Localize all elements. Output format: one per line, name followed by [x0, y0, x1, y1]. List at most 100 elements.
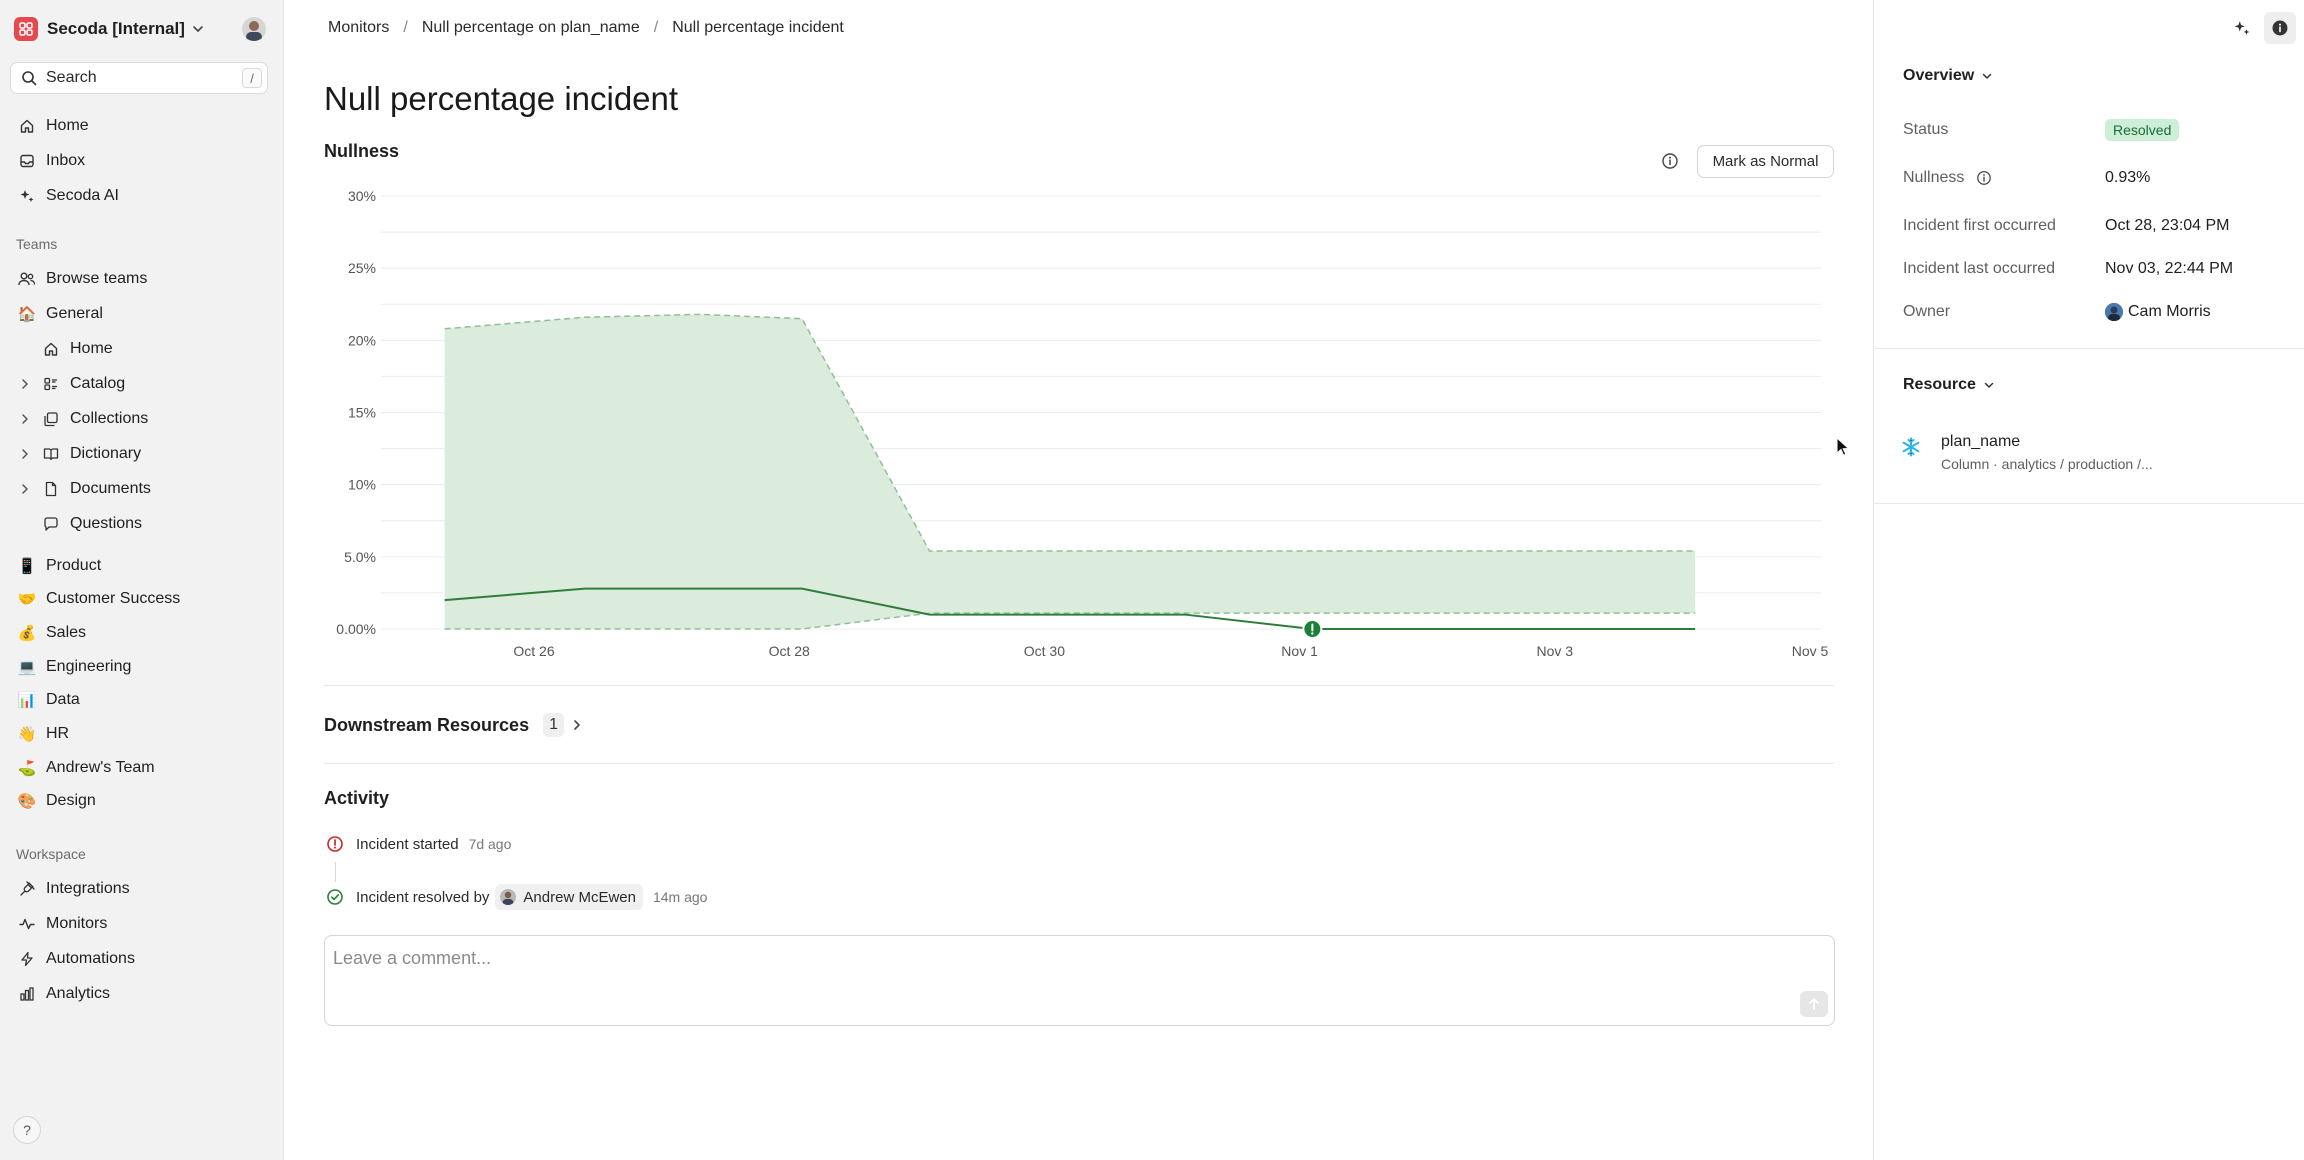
- nav-item-home[interactable]: Home: [10, 110, 272, 142]
- y-tick-label: 15%: [348, 405, 376, 421]
- nav-label: General: [46, 305, 103, 322]
- user-avatar[interactable]: [242, 17, 266, 41]
- nav-item-secoda-ai[interactable]: Secoda AI: [10, 180, 272, 212]
- send-button[interactable]: [1800, 991, 1828, 1017]
- chevron-right-icon[interactable]: [18, 448, 32, 460]
- chevron-right-icon[interactable]: [18, 413, 32, 425]
- nav-item-team-hr[interactable]: 👋 HR: [10, 718, 272, 750]
- nav-item-team-andrews-team[interactable]: ⛳ Andrew's Team: [10, 752, 272, 784]
- nav-item-dictionary[interactable]: Dictionary: [14, 438, 276, 470]
- nav-label: Documents: [70, 480, 151, 497]
- nav-item-analytics[interactable]: Analytics: [10, 978, 272, 1010]
- nav-item-team-sales[interactable]: 💰 Sales: [10, 617, 272, 649]
- nav-item-collections[interactable]: Collections: [14, 403, 276, 435]
- book-icon: [42, 445, 60, 463]
- teams-section-label: Teams: [16, 236, 58, 252]
- nav-item-documents[interactable]: Documents: [14, 473, 276, 505]
- info-icon: [2272, 20, 2288, 36]
- sparkle-icon: [18, 187, 36, 205]
- search-icon: [21, 70, 37, 86]
- field-label: Nullness: [1903, 169, 1965, 186]
- owner-name: Cam Morris: [2128, 303, 2211, 320]
- x-tick-label: Nov 3: [1537, 643, 1574, 659]
- y-tick-label: 25%: [348, 260, 376, 276]
- workspace-switcher[interactable]: Secoda [Internal]: [14, 14, 270, 44]
- x-tick-label: Oct 26: [513, 643, 554, 659]
- workspace-logo-icon: [14, 17, 38, 41]
- field-label: Incident last occurred: [1903, 260, 2056, 277]
- resource-section-toggle[interactable]: Resource: [1903, 376, 1995, 394]
- nav-label: Browse teams: [46, 270, 148, 287]
- nav-label: Questions: [70, 515, 143, 532]
- nav-item-catalog[interactable]: Catalog: [14, 368, 276, 400]
- comment-input[interactable]: Leave a comment...: [324, 935, 1835, 1026]
- downstream-resources-toggle[interactable]: Downstream Resources 1: [324, 712, 584, 738]
- nav-label: Product: [46, 557, 102, 574]
- inbox-icon: [18, 152, 36, 170]
- nav-item-general[interactable]: 🏠 General: [10, 298, 272, 330]
- nav-item-team-engineering[interactable]: 💻 Engineering: [10, 651, 272, 683]
- ai-assist-button[interactable]: [2226, 12, 2258, 44]
- chevron-down-icon: [191, 22, 205, 36]
- info-icon[interactable]: [1976, 170, 1992, 186]
- nav-label: Automations: [46, 950, 135, 967]
- nav-item-team-design[interactable]: 🎨 Design: [10, 785, 272, 817]
- chart-section-title: Nullness: [324, 141, 400, 161]
- nav-item-team-data[interactable]: 📊 Data: [10, 684, 272, 716]
- help-button[interactable]: ?: [13, 1116, 41, 1144]
- mark-as-normal-button[interactable]: Mark as Normal: [1697, 145, 1834, 178]
- snowflake-icon: [1901, 437, 1921, 457]
- x-tick-label: Oct 30: [1024, 643, 1065, 659]
- team-emoji-icon: 📊: [17, 692, 37, 709]
- nav-item-integrations[interactable]: Integrations: [10, 873, 272, 905]
- nav-label: HR: [46, 725, 70, 742]
- home-icon: [42, 340, 60, 358]
- nav-label: Inbox: [46, 152, 86, 169]
- page-title: Null percentage incident: [324, 80, 679, 117]
- breadcrumb-monitor[interactable]: Null percentage on plan_name: [422, 19, 640, 37]
- downstream-count-badge: 1: [543, 713, 564, 737]
- status-badge[interactable]: Resolved: [2105, 119, 2180, 141]
- team-emoji-icon: 🎨: [17, 793, 37, 810]
- x-tick-label: Oct 28: [769, 643, 810, 659]
- nav-item-browse-teams[interactable]: Browse teams: [10, 263, 272, 295]
- nav-item-inbox[interactable]: Inbox: [10, 145, 272, 177]
- resource-path: Column · analytics / production /...: [1941, 456, 2153, 472]
- chat-bubble-icon: [42, 515, 60, 533]
- search-input[interactable]: Search /: [10, 62, 268, 94]
- bolt-icon: [18, 950, 36, 968]
- activity-item-started: Incident started 7d ago: [326, 831, 511, 857]
- nav-item-monitors[interactable]: Monitors: [10, 908, 272, 940]
- nav-item-team-customer-success[interactable]: 🤝 Customer Success: [10, 583, 272, 615]
- team-emoji-icon: 👋: [17, 726, 37, 743]
- nav-label: Andrew's Team: [46, 759, 155, 776]
- nav-item-team-product[interactable]: 📱 Product: [10, 550, 272, 582]
- general-team-emoji-icon: 🏠: [17, 306, 37, 323]
- nav-label: Home: [46, 117, 89, 134]
- nav-item-automations[interactable]: Automations: [10, 943, 272, 975]
- owner-chip[interactable]: Cam Morris: [2105, 303, 2211, 321]
- nav-label: Dictionary: [70, 445, 142, 462]
- resource-item[interactable]: plan_name Column · analytics / productio…: [1901, 433, 2291, 477]
- chevron-right-icon[interactable]: [18, 483, 32, 495]
- nav-label: Catalog: [70, 375, 126, 392]
- field-value: 0.93%: [2105, 169, 2151, 186]
- info-panel-toggle-button[interactable]: [2264, 12, 2296, 44]
- field-label: Owner: [1903, 303, 1951, 320]
- home-icon: [18, 117, 36, 135]
- y-tick-label: 10%: [348, 477, 376, 493]
- divider: [1874, 503, 2304, 504]
- arrow-up-icon: [1809, 998, 1819, 1010]
- user-name: Andrew McEwen: [523, 888, 636, 906]
- activity-time: 14m ago: [652, 889, 708, 905]
- activity-icon: [18, 915, 36, 933]
- breadcrumb-monitors[interactable]: Monitors: [328, 19, 389, 37]
- nav-item-general-home[interactable]: Home: [14, 333, 276, 365]
- info-icon[interactable]: [1660, 151, 1680, 171]
- overview-section-toggle[interactable]: Overview: [1903, 67, 1993, 85]
- user-chip[interactable]: Andrew McEwen: [495, 884, 643, 910]
- nav-label: Collections: [70, 410, 149, 427]
- overview-last-occurred-row: Incident last occurred Nov 03, 22:44 PM: [1903, 257, 2293, 281]
- chevron-right-icon[interactable]: [18, 378, 32, 390]
- nav-item-questions[interactable]: Questions: [14, 508, 276, 540]
